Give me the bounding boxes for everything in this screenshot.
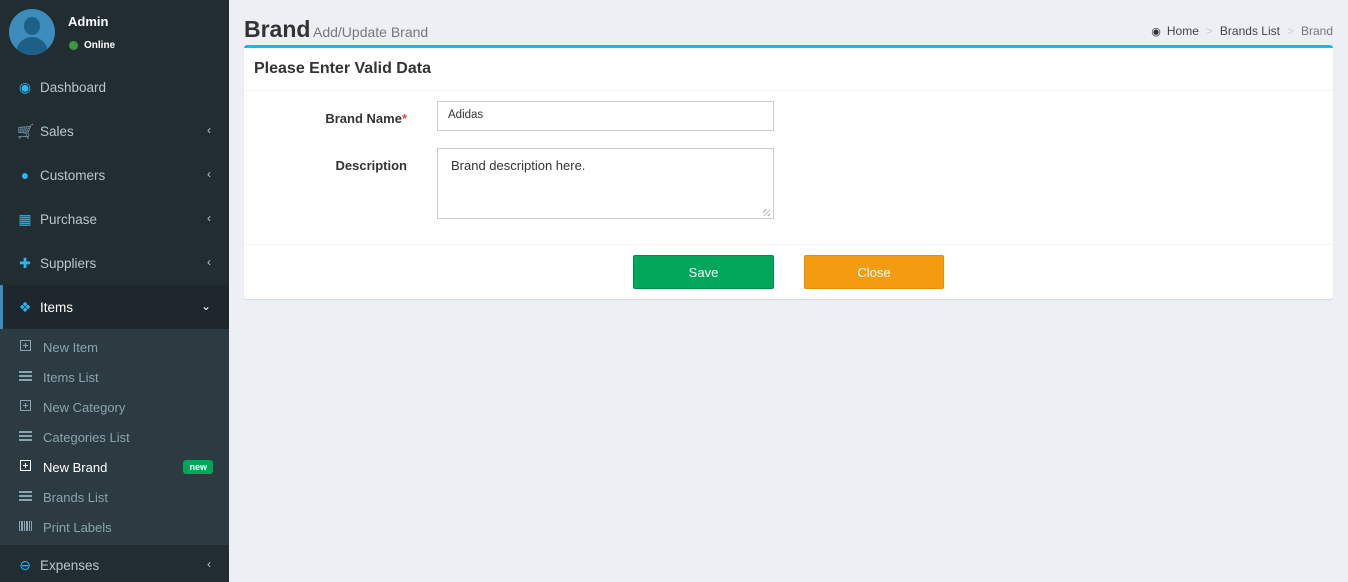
box-title: Please Enter Valid Data	[254, 60, 431, 77]
sidebar-item-label: Expenses	[40, 557, 100, 573]
close-button[interactable]: Close	[804, 255, 944, 289]
submenu-item-label: Brands List	[43, 489, 109, 505]
avatar	[9, 9, 55, 55]
users-icon: ●	[20, 167, 30, 183]
sidebar-item-expenses[interactable]: ⊖ Expenses ‹	[0, 545, 229, 582]
box-footer: Save Close	[244, 244, 1333, 299]
brand-form-box: Please Enter Valid Data Brand Name* Adid…	[244, 45, 1333, 299]
main-content: Brand Add/Update Brand ◉ Home > Brands L…	[229, 0, 1348, 582]
plus-square-icon	[19, 340, 32, 354]
submenu-item-print-labels[interactable]: Print Labels	[0, 512, 229, 542]
sidebar-item-label: Items	[40, 299, 74, 315]
breadcrumb-current: Brand	[1300, 24, 1333, 38]
list-icon	[19, 370, 32, 384]
brand-name-input[interactable]: Adidas	[437, 101, 774, 131]
submenu-item-categories-list[interactable]: Categories List	[0, 422, 229, 452]
submenu-item-label: Categories List	[43, 429, 130, 445]
sidebar-item-label: Purchase	[40, 211, 98, 227]
user-name: Admin	[68, 14, 109, 29]
submenu-item-new-item[interactable]: New Item	[0, 332, 229, 362]
sidebar-item-sales[interactable]: 🛒 Sales ‹	[0, 109, 229, 153]
description-text: Brand description here.	[451, 158, 586, 173]
submenu-item-new-brand[interactable]: New Brand new	[0, 452, 229, 482]
box-header: Please Enter Valid Data	[244, 48, 1333, 91]
barcode-icon	[19, 520, 32, 534]
submenu-item-label: Items List	[43, 369, 99, 385]
breadcrumb-separator: >	[1286, 24, 1294, 38]
user-panel: Admin Online	[0, 0, 229, 65]
sidebar-item-suppliers[interactable]: ✚ Suppliers ‹	[0, 241, 229, 285]
sidebar-item-items[interactable]: ❖ Items ⌄	[0, 285, 229, 329]
sidebar-item-label: Sales	[40, 123, 74, 139]
sidebar: Admin Online ◉ Dashboard 🛒 Sales ‹ ● Cus…	[0, 0, 229, 582]
online-status-icon	[69, 41, 78, 50]
sidebar-item-purchase[interactable]: ▦ Purchase ‹	[0, 197, 229, 241]
dashboard-icon: ◉	[1151, 25, 1161, 38]
submenu-item-brands-list[interactable]: Brands List	[0, 482, 229, 512]
submenu-item-label: New Category	[43, 399, 126, 415]
page-subtitle: Add/Update Brand	[313, 24, 429, 40]
sidebar-item-dashboard[interactable]: ◉ Dashboard	[0, 65, 229, 109]
page-title: Brand	[244, 16, 311, 42]
cart-icon: 🛒	[17, 122, 35, 139]
list-icon	[19, 490, 32, 504]
items-submenu: New Item Items List New Category Categor…	[0, 329, 229, 545]
sidebar-item-label: Customers	[40, 167, 106, 183]
user-status: Online	[69, 40, 115, 51]
sidebar-item-label: Suppliers	[40, 255, 97, 271]
chevron-left-icon: ‹	[207, 557, 211, 571]
breadcrumb-home[interactable]: Home	[1167, 24, 1199, 38]
grid-icon: ▦	[18, 210, 32, 227]
submenu-item-new-category[interactable]: New Category	[0, 392, 229, 422]
chevron-left-icon: ‹	[207, 255, 211, 269]
brand-name-label: Brand Name*	[325, 111, 407, 126]
sidebar-item-label: Dashboard	[40, 79, 107, 95]
breadcrumb-separator: >	[1205, 24, 1213, 38]
breadcrumb: ◉ Home > Brands List > Brand	[1151, 24, 1333, 38]
chevron-left-icon: ‹	[207, 123, 211, 137]
chevron-down-icon: ⌄	[200, 299, 211, 313]
resize-handle-icon[interactable]	[763, 209, 770, 216]
plus-square-icon	[19, 400, 32, 414]
dashboard-icon: ◉	[18, 78, 32, 95]
chevron-left-icon: ‹	[207, 211, 211, 225]
list-icon	[19, 430, 32, 444]
plus-square-icon	[19, 460, 32, 474]
chevron-left-icon: ‹	[207, 167, 211, 181]
new-badge: new	[183, 460, 213, 474]
submenu-item-label: Print Labels	[43, 519, 112, 535]
submenu-item-items-list[interactable]: Items List	[0, 362, 229, 392]
user-status-label: Online	[84, 40, 116, 51]
breadcrumb-brands-list[interactable]: Brands List	[1220, 24, 1280, 38]
save-button[interactable]: Save	[633, 255, 774, 289]
submenu-item-label: New Item	[43, 339, 98, 355]
required-mark: *	[401, 111, 407, 126]
minus-circle-icon: ⊖	[19, 556, 31, 573]
cubes-icon: ❖	[18, 298, 32, 315]
user-plus-icon: ✚	[19, 254, 31, 271]
description-label: Description	[335, 158, 407, 173]
sidebar-item-customers[interactable]: ● Customers ‹	[0, 153, 229, 197]
submenu-item-label: New Brand	[43, 459, 108, 475]
description-textarea[interactable]: Brand description here.	[437, 148, 774, 219]
